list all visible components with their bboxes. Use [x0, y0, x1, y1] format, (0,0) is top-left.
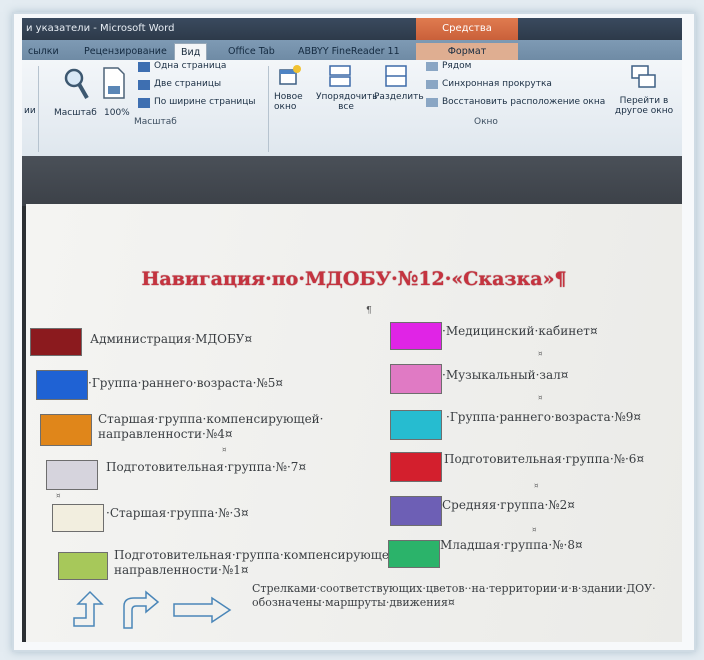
- magnifier-icon[interactable]: [62, 66, 90, 102]
- side-by-side-button[interactable]: Рядом: [442, 61, 471, 71]
- tab-abbyy[interactable]: ABBYY FineReader 11: [292, 43, 406, 60]
- tab-references[interactable]: сылки: [22, 43, 65, 60]
- separator: [268, 66, 269, 152]
- legend-swatch: [58, 552, 108, 580]
- cell-mark: ¤: [56, 492, 61, 500]
- legend-label: Администрация·МДОБУ¤: [90, 332, 253, 346]
- switch-window-icon[interactable]: [630, 64, 656, 90]
- title-bar: и указатели - Microsoft Word Средства ри…: [22, 18, 682, 56]
- arrange-all-icon[interactable]: [328, 64, 352, 88]
- page-width-icon: [138, 98, 150, 108]
- legend-label: Подготовительная·группа·№·7¤: [106, 460, 307, 474]
- legend-label: ·Группа·раннего·возраста·№9¤: [446, 410, 642, 424]
- side-by-side-icon: [426, 62, 438, 71]
- legend-label: ·Группа·раннего·возраста·№5¤: [88, 376, 284, 390]
- legend-swatch: [46, 460, 98, 490]
- ruler-area: [22, 156, 682, 206]
- group-window-label: Окно: [474, 117, 498, 127]
- separator: [38, 66, 39, 152]
- legend-swatch: [390, 410, 442, 440]
- legend-swatch: [36, 370, 88, 400]
- sync-scroll-icon: [426, 80, 438, 89]
- turn-right-arrow-icon: [123, 590, 160, 629]
- legend-swatch: [390, 364, 442, 394]
- legend-label: Старшая·группа·компенсирующей· направлен…: [98, 412, 324, 441]
- cell-mark: ¤: [222, 446, 227, 454]
- cell-mark: ¤: [532, 526, 537, 534]
- two-pages-button[interactable]: Две страницы: [154, 79, 221, 89]
- legend-swatch: [390, 496, 442, 526]
- ribbon: ии Масштаб 100% Одна страница Две страни…: [22, 60, 682, 157]
- new-window-button[interactable]: Новое окно: [274, 92, 310, 112]
- tab-format[interactable]: Формат: [416, 43, 518, 60]
- group-zoom-label: Масштаб: [134, 117, 177, 127]
- legend-label: Средняя·группа·№2¤: [442, 498, 575, 512]
- split-button[interactable]: Разделить: [374, 92, 424, 102]
- legend-label: Подготовительная·группа·компенсирующей· …: [114, 548, 401, 577]
- switch-window-button[interactable]: Перейти в другое окно: [608, 96, 680, 116]
- two-pages-icon: [138, 80, 150, 90]
- sync-scroll-button[interactable]: Синхронная прокрутка: [442, 79, 552, 89]
- one-page-button[interactable]: Одна страница: [154, 61, 226, 71]
- legend-label: ·Музыкальный·зал¤: [442, 368, 569, 382]
- window-title: и указатели - Microsoft Word: [26, 23, 175, 34]
- legend-swatch: [390, 452, 442, 482]
- paragraph-mark: ¶: [366, 306, 372, 316]
- page-width-button[interactable]: По ширине страницы: [154, 97, 255, 107]
- new-window-icon[interactable]: [278, 64, 302, 88]
- legend-label: Подготовительная·группа·№·6¤: [444, 452, 645, 466]
- legend-swatch: [52, 504, 104, 532]
- document-title: Навигация·по·МДОБУ·№12·«Сказка»¶: [141, 268, 567, 290]
- legend-swatch: [390, 322, 442, 350]
- zoom-button[interactable]: Масштаб: [54, 108, 97, 118]
- legend-swatch: [40, 414, 92, 446]
- legend-label: ·Старшая·группа·№·3¤: [106, 506, 249, 520]
- page-100-icon[interactable]: [102, 66, 126, 100]
- right-arrow-icon: [173, 596, 232, 624]
- arrange-all-button[interactable]: Упорядочить все: [316, 92, 377, 112]
- one-page-icon: [138, 62, 150, 72]
- legend-label: Младшая·группа·№·8¤: [440, 538, 583, 552]
- reset-position-button[interactable]: Восстановить расположение окна: [442, 97, 605, 107]
- hundred-percent-button[interactable]: 100%: [104, 108, 130, 118]
- split-icon[interactable]: [384, 64, 408, 88]
- drawing-tools-context: Средства рисования: [416, 18, 518, 56]
- legend-label: ·Медицинский·кабинет¤: [442, 324, 598, 338]
- tab-view[interactable]: Вид: [174, 43, 208, 61]
- cell-mark: ¤: [534, 482, 539, 490]
- cell-mark: ¤: [538, 394, 543, 402]
- monitor-screen: и указатели - Microsoft Word Средства ри…: [22, 18, 682, 642]
- reset-position-icon: [426, 98, 438, 107]
- document-page: Навигация·по·МДОБУ·№12·«Сказка»¶ ¶ Админ…: [26, 204, 682, 642]
- up-arrow-icon: [73, 590, 104, 627]
- legend-swatch: [388, 540, 440, 568]
- cut-off-label: ии: [24, 106, 36, 116]
- tab-office-tab[interactable]: Office Tab: [222, 43, 281, 60]
- ribbon-tabs: сылки Рецензирование Вид Office Tab ABBY…: [22, 40, 682, 61]
- tab-review[interactable]: Рецензирование: [78, 43, 173, 60]
- legend-swatch: [30, 328, 82, 356]
- arrows-note: Стрелками·соответствующих·цветов··на·тер…: [252, 582, 656, 609]
- cell-mark: ¤: [538, 350, 543, 358]
